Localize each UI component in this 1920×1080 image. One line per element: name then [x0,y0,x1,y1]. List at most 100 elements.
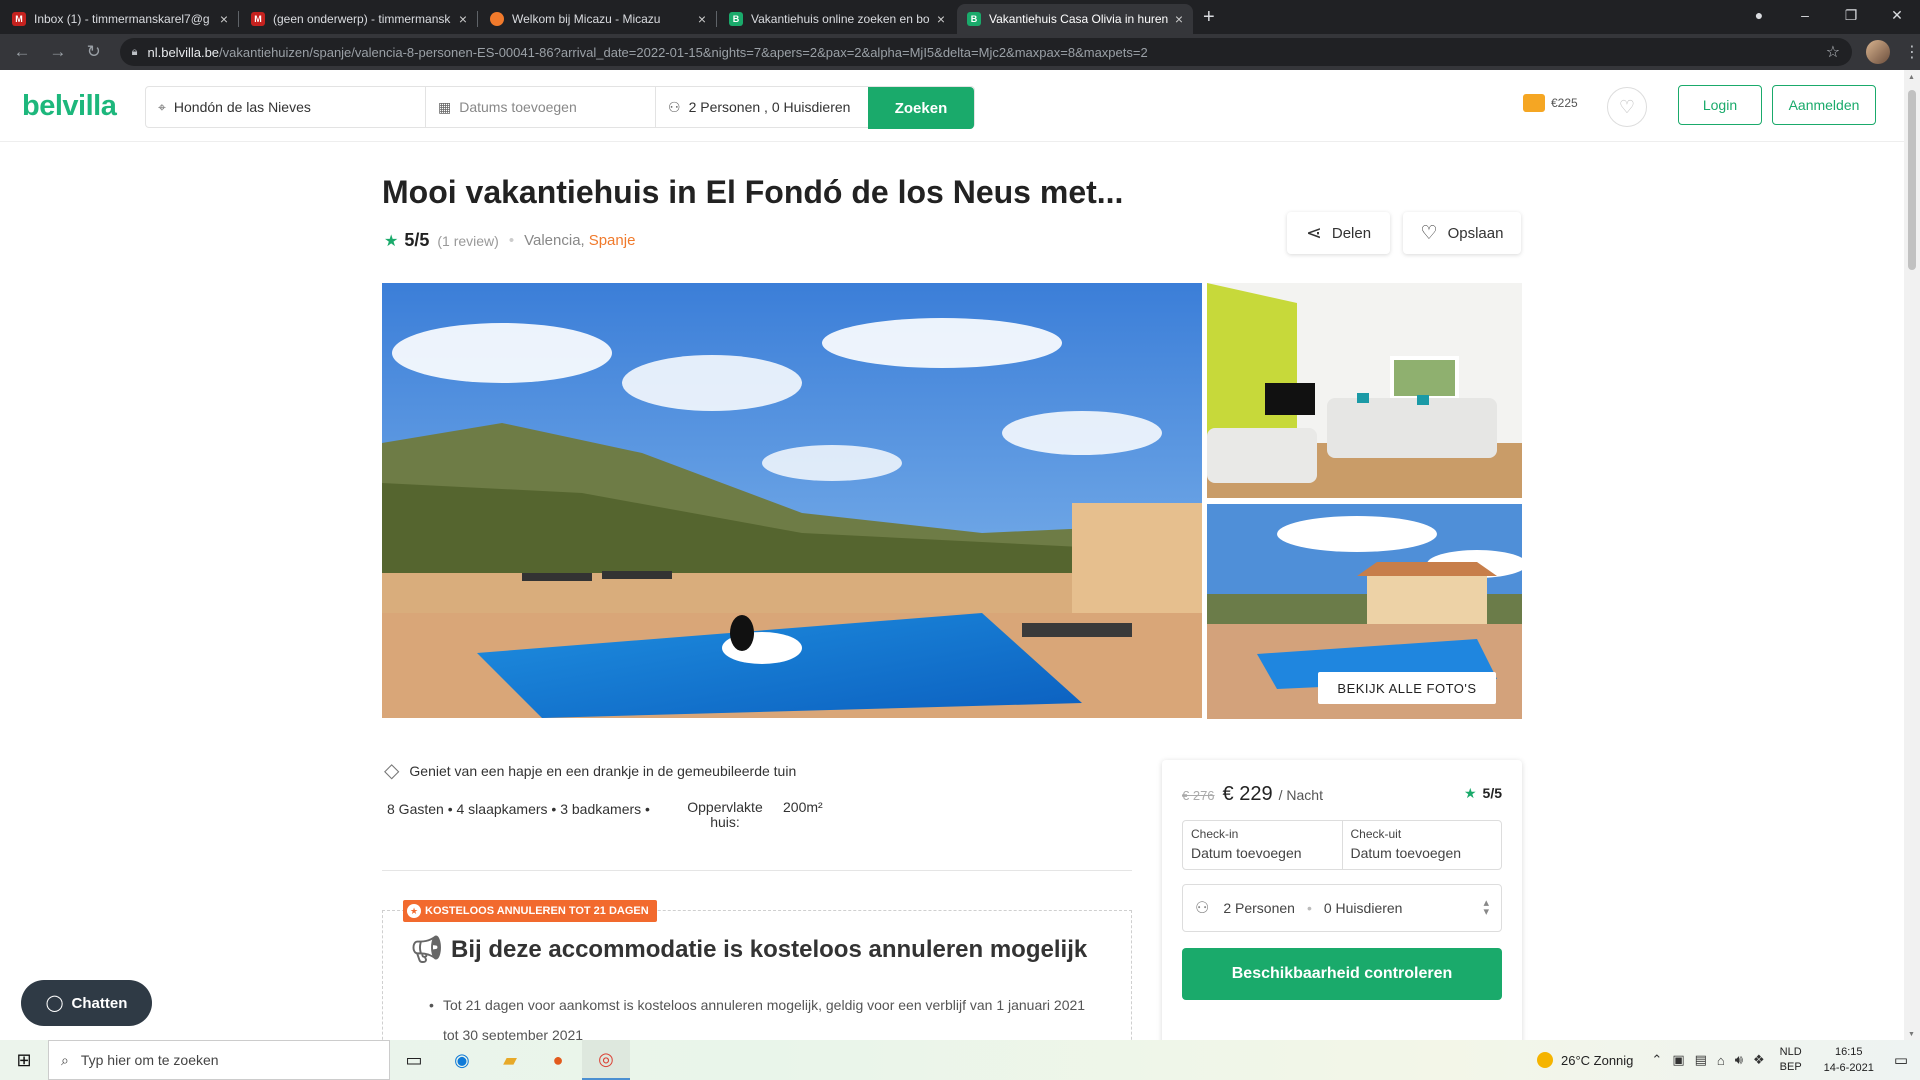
weather-text[interactable]: 26°C Zonnig [1561,1053,1633,1068]
new-tab-icon[interactable]: + [1203,6,1215,29]
browser-tab-active[interactable]: B Vakantiehuis Casa Olivia in huren × [957,4,1193,34]
taskbar-search[interactable]: ⌕ Typ hier om te zoeken [48,1040,390,1080]
wallet-credit[interactable]: €225 [1523,94,1578,112]
cancellation-heading: Bij deze accommodatie is kosteloos annul… [451,935,1088,963]
close-icon[interactable]: × [459,11,467,27]
chevron-up-icon[interactable]: ⌃ [1651,1052,1662,1068]
close-icon[interactable]: × [937,11,945,27]
save-button[interactable]: ♡ Opslaan [1403,212,1521,254]
clock-date: 14-6-2021 [1823,1062,1874,1074]
tab-separator [716,11,717,27]
dropbox-icon[interactable]: ❖ [1753,1052,1765,1068]
separator-dot: • [508,232,515,249]
profile-avatar[interactable] [1866,40,1890,64]
check-availability-button[interactable]: Beschikbaarheid controleren [1182,948,1502,1000]
dates-field[interactable]: ▦ Datums toevoegen [426,87,656,127]
system-tray: 26°C Zonnig ⌃ ▣ ▤ ⌂ 🔊︎ ❖ NLD BEP 16:15 14-… [1537,1040,1920,1080]
close-window-icon[interactable]: ✕ [1874,7,1920,24]
highlight-text: Geniet van een hapje en een drankje in d… [409,762,797,779]
back-icon[interactable]: ← [8,42,36,62]
scroll-down-arrow-icon[interactable]: ▼ [1908,1031,1915,1038]
profile-menu-icon[interactable]: ● [1736,7,1782,23]
tab-separator [238,11,239,27]
checkout-field[interactable]: Check-uit Datum toevoegen [1341,821,1502,869]
free-cancellation-badge: ★ KOSTELOOS ANNULEREN TOT 21 DAGEN [403,900,657,922]
belvilla-icon: B [967,12,981,26]
network-icon[interactable]: ⌂ [1717,1053,1725,1068]
wallet-icon [1523,94,1545,112]
app-tray-icon[interactable]: ▣ [1672,1052,1684,1068]
login-button[interactable]: Login [1678,85,1762,125]
browser-tab[interactable]: M Inbox (1) - timmermanskarel7@g × [2,4,238,34]
chat-button[interactable]: ◯ Chatten [21,980,152,1026]
scroll-up-arrow-icon[interactable]: ▲ [1908,74,1915,81]
search-icon: ⌕ [61,1051,69,1068]
page-scrollbar[interactable]: ▲ ▼ [1904,70,1920,1040]
close-icon[interactable]: × [1175,11,1183,27]
destination-field[interactable]: ⌖ Hondón de las Nieves [146,87,426,127]
guest-selector[interactable]: ⚇ 2 Personen • 0 Huisdieren ▴ ▾ [1182,884,1502,932]
scrollbar-thumb[interactable] [1908,90,1916,270]
country-link[interactable]: Spanje [589,232,636,249]
main-photo-pool[interactable] [382,283,1202,718]
browser-tab[interactable]: B Vakantiehuis online zoeken en bo × [719,4,955,34]
address-bar[interactable]: 🔒︎ nl.belvilla.be /vakantiehuizen/spanje… [119,38,1853,66]
belvilla-logo[interactable]: belvilla [22,90,117,123]
tab-title: Vakantiehuis Casa Olivia in huren [989,12,1169,26]
browser-tab[interactable]: Welkom bij Micazu - Micazu × [480,4,716,34]
destination-value: Hondón de las Nieves [173,99,311,115]
sun-icon [1537,1052,1553,1068]
listing-meta: ★ 5/5 (1 review) • Valencia, Spanje [384,230,635,251]
section-divider [382,870,1132,871]
tab-title: Welkom bij Micazu - Micazu [512,12,661,26]
browser-tab[interactable]: M (geen onderwerp) - timmermansk × [241,4,477,34]
notification-icon[interactable]: ▭ [1894,1051,1908,1069]
people-icon: ⚇ [1195,900,1210,917]
current-price: € 229 [1222,783,1273,805]
task-view-icon[interactable]: ▭ [390,1040,438,1080]
url-path: /vakantiehuizen/spanje/valencia-8-person… [219,44,1148,60]
browser-menu-icon[interactable]: ⋮ [1904,42,1920,62]
search-button[interactable]: Zoeken [868,87,974,129]
close-icon[interactable]: × [220,11,228,27]
forward-icon[interactable]: → [44,42,72,62]
close-icon[interactable]: × [698,11,706,27]
chrome-icon[interactable]: ◎ [582,1040,630,1080]
browser-toolbar: ← → ↻ 🔒︎ nl.belvilla.be /vakantiehuizen/… [0,34,1920,70]
megaphone-icon: 📢︎ [410,934,444,964]
bookmark-star-icon[interactable]: ☆ [1826,42,1840,62]
review-count[interactable]: (1 review) [437,233,498,249]
display-icon[interactable]: ▤ [1695,1052,1707,1068]
price-row: € 276 € 229 / Nacht [1182,783,1323,806]
window-controls: ● – ❐ ✕ [1736,0,1920,30]
minimize-icon[interactable]: – [1782,7,1828,23]
restore-icon[interactable]: ❐ [1828,7,1874,24]
share-button[interactable]: ⋖ Delen [1287,212,1390,254]
page-title: Mooi vakantiehuis in El Fondó de los Neu… [382,174,1124,210]
lock-icon[interactable]: 🔒︎ [132,46,138,59]
living-room-image [1207,283,1522,498]
register-button[interactable]: Aanmelden [1772,85,1876,125]
share-icon: ⋖ [1305,222,1322,244]
highlight-feature: ◇ Geniet van een hapje en een drankje in… [384,758,796,783]
living-room-photo[interactable] [1207,283,1522,498]
checkout-value: Datum toevoegen [1350,845,1462,861]
guests-field[interactable]: ⚇ 2 Personen , 0 Huisdieren [656,87,868,127]
volume-icon[interactable]: 🔊︎ [1735,1052,1743,1068]
windows-start-icon[interactable]: ⊞ [0,1050,48,1071]
gmail-icon: M [12,12,26,26]
edge-icon[interactable]: ◉ [438,1040,486,1080]
dates-placeholder: Datums toevoegen [459,99,577,115]
firefox-icon[interactable]: ● [534,1040,582,1080]
checkin-field[interactable]: Check-in Datum toevoegen [1183,821,1342,869]
reload-icon[interactable]: ↻ [80,42,108,62]
browser-tab-strip: M Inbox (1) - timmermanskarel7@g × M (ge… [0,0,1920,34]
file-explorer-icon[interactable]: ▰ [486,1040,534,1080]
language-indicator[interactable]: NLD BEP [1780,1045,1802,1075]
up-down-chevron-icon: ▴ ▾ [1483,897,1489,918]
view-all-photos-button[interactable]: BEKIJK ALLE FOTO'S [1318,672,1496,704]
area-label: Oppervlakte huis: [687,799,763,830]
checkout-label: Check-uit [1350,827,1402,841]
favorites-heart-icon[interactable]: ♡ [1607,87,1647,127]
clock[interactable]: 16:15 14-6-2021 [1824,1044,1874,1076]
